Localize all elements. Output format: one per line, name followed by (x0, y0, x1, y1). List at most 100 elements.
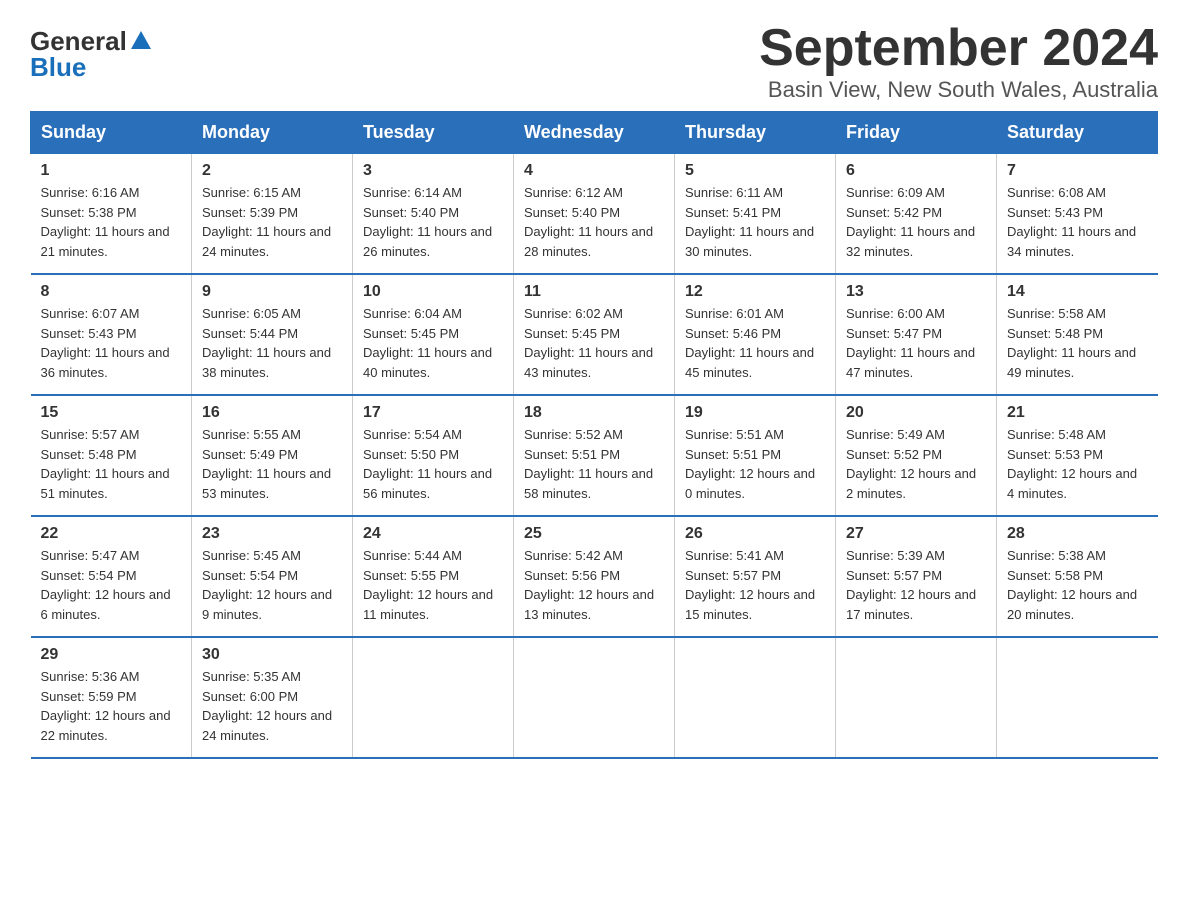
day-number: 7 (1007, 162, 1148, 180)
table-row: 3 Sunrise: 6:14 AMSunset: 5:40 PMDayligh… (353, 154, 514, 275)
day-info: Sunrise: 5:52 AMSunset: 5:51 PMDaylight:… (524, 427, 653, 501)
table-row: 28 Sunrise: 5:38 AMSunset: 5:58 PMDaylig… (997, 516, 1158, 637)
col-monday: Monday (192, 112, 353, 154)
day-info: Sunrise: 5:39 AMSunset: 5:57 PMDaylight:… (846, 548, 976, 622)
table-row: 6 Sunrise: 6:09 AMSunset: 5:42 PMDayligh… (836, 154, 997, 275)
table-row: 7 Sunrise: 6:08 AMSunset: 5:43 PMDayligh… (997, 154, 1158, 275)
day-number: 21 (1007, 404, 1148, 422)
table-row: 17 Sunrise: 5:54 AMSunset: 5:50 PMDaylig… (353, 395, 514, 516)
day-number: 19 (685, 404, 825, 422)
table-row: 9 Sunrise: 6:05 AMSunset: 5:44 PMDayligh… (192, 274, 353, 395)
calendar-week-row: 22 Sunrise: 5:47 AMSunset: 5:54 PMDaylig… (31, 516, 1158, 637)
day-info: Sunrise: 5:49 AMSunset: 5:52 PMDaylight:… (846, 427, 976, 501)
table-row: 1 Sunrise: 6:16 AMSunset: 5:38 PMDayligh… (31, 154, 192, 275)
table-row: 15 Sunrise: 5:57 AMSunset: 5:48 PMDaylig… (31, 395, 192, 516)
page-header: General Blue September 2024 Basin View, … (30, 20, 1158, 103)
day-info: Sunrise: 5:41 AMSunset: 5:57 PMDaylight:… (685, 548, 815, 622)
day-number: 30 (202, 646, 342, 664)
day-number: 23 (202, 525, 342, 543)
day-number: 4 (524, 162, 664, 180)
col-saturday: Saturday (997, 112, 1158, 154)
col-sunday: Sunday (31, 112, 192, 154)
day-info: Sunrise: 5:44 AMSunset: 5:55 PMDaylight:… (363, 548, 493, 622)
col-wednesday: Wednesday (514, 112, 675, 154)
table-row: 11 Sunrise: 6:02 AMSunset: 5:45 PMDaylig… (514, 274, 675, 395)
table-row: 8 Sunrise: 6:07 AMSunset: 5:43 PMDayligh… (31, 274, 192, 395)
day-info: Sunrise: 5:47 AMSunset: 5:54 PMDaylight:… (41, 548, 171, 622)
table-row: 24 Sunrise: 5:44 AMSunset: 5:55 PMDaylig… (353, 516, 514, 637)
col-thursday: Thursday (675, 112, 836, 154)
table-row: 23 Sunrise: 5:45 AMSunset: 5:54 PMDaylig… (192, 516, 353, 637)
day-info: Sunrise: 6:11 AMSunset: 5:41 PMDaylight:… (685, 185, 814, 259)
logo-general-text: General (30, 28, 127, 54)
day-info: Sunrise: 5:36 AMSunset: 5:59 PMDaylight:… (41, 669, 171, 743)
day-number: 6 (846, 162, 986, 180)
day-number: 8 (41, 283, 182, 301)
day-number: 9 (202, 283, 342, 301)
day-number: 10 (363, 283, 503, 301)
day-number: 16 (202, 404, 342, 422)
day-number: 3 (363, 162, 503, 180)
day-info: Sunrise: 5:38 AMSunset: 5:58 PMDaylight:… (1007, 548, 1137, 622)
logo: General Blue (30, 20, 152, 80)
day-info: Sunrise: 6:09 AMSunset: 5:42 PMDaylight:… (846, 185, 975, 259)
day-number: 26 (685, 525, 825, 543)
day-number: 11 (524, 283, 664, 301)
day-info: Sunrise: 6:00 AMSunset: 5:47 PMDaylight:… (846, 306, 975, 380)
table-row (997, 637, 1158, 758)
table-row: 27 Sunrise: 5:39 AMSunset: 5:57 PMDaylig… (836, 516, 997, 637)
day-number: 2 (202, 162, 342, 180)
title-block: September 2024 Basin View, New South Wal… (759, 20, 1158, 103)
day-number: 28 (1007, 525, 1148, 543)
day-number: 12 (685, 283, 825, 301)
day-number: 5 (685, 162, 825, 180)
table-row: 4 Sunrise: 6:12 AMSunset: 5:40 PMDayligh… (514, 154, 675, 275)
page-title: September 2024 (759, 20, 1158, 77)
table-row (353, 637, 514, 758)
table-row: 5 Sunrise: 6:11 AMSunset: 5:41 PMDayligh… (675, 154, 836, 275)
table-row: 2 Sunrise: 6:15 AMSunset: 5:39 PMDayligh… (192, 154, 353, 275)
day-info: Sunrise: 6:12 AMSunset: 5:40 PMDaylight:… (524, 185, 653, 259)
day-info: Sunrise: 5:58 AMSunset: 5:48 PMDaylight:… (1007, 306, 1136, 380)
col-friday: Friday (836, 112, 997, 154)
day-number: 18 (524, 404, 664, 422)
calendar-week-row: 29 Sunrise: 5:36 AMSunset: 5:59 PMDaylig… (31, 637, 1158, 758)
col-tuesday: Tuesday (353, 112, 514, 154)
calendar-table: Sunday Monday Tuesday Wednesday Thursday… (30, 111, 1158, 759)
day-info: Sunrise: 6:02 AMSunset: 5:45 PMDaylight:… (524, 306, 653, 380)
table-row: 20 Sunrise: 5:49 AMSunset: 5:52 PMDaylig… (836, 395, 997, 516)
table-row (675, 637, 836, 758)
day-info: Sunrise: 6:08 AMSunset: 5:43 PMDaylight:… (1007, 185, 1136, 259)
day-info: Sunrise: 5:54 AMSunset: 5:50 PMDaylight:… (363, 427, 492, 501)
day-number: 17 (363, 404, 503, 422)
table-row: 25 Sunrise: 5:42 AMSunset: 5:56 PMDaylig… (514, 516, 675, 637)
day-info: Sunrise: 6:16 AMSunset: 5:38 PMDaylight:… (41, 185, 170, 259)
day-number: 13 (846, 283, 986, 301)
day-info: Sunrise: 5:42 AMSunset: 5:56 PMDaylight:… (524, 548, 654, 622)
day-info: Sunrise: 6:04 AMSunset: 5:45 PMDaylight:… (363, 306, 492, 380)
day-info: Sunrise: 5:55 AMSunset: 5:49 PMDaylight:… (202, 427, 331, 501)
calendar-week-row: 8 Sunrise: 6:07 AMSunset: 5:43 PMDayligh… (31, 274, 1158, 395)
day-info: Sunrise: 5:45 AMSunset: 5:54 PMDaylight:… (202, 548, 332, 622)
table-row: 26 Sunrise: 5:41 AMSunset: 5:57 PMDaylig… (675, 516, 836, 637)
logo-blue-text: Blue (30, 54, 152, 80)
table-row (514, 637, 675, 758)
day-info: Sunrise: 5:48 AMSunset: 5:53 PMDaylight:… (1007, 427, 1137, 501)
day-number: 14 (1007, 283, 1148, 301)
table-row: 19 Sunrise: 5:51 AMSunset: 5:51 PMDaylig… (675, 395, 836, 516)
table-row: 16 Sunrise: 5:55 AMSunset: 5:49 PMDaylig… (192, 395, 353, 516)
calendar-header-row: Sunday Monday Tuesday Wednesday Thursday… (31, 112, 1158, 154)
day-number: 22 (41, 525, 182, 543)
table-row: 18 Sunrise: 5:52 AMSunset: 5:51 PMDaylig… (514, 395, 675, 516)
calendar-week-row: 1 Sunrise: 6:16 AMSunset: 5:38 PMDayligh… (31, 154, 1158, 275)
day-info: Sunrise: 6:01 AMSunset: 5:46 PMDaylight:… (685, 306, 814, 380)
table-row: 22 Sunrise: 5:47 AMSunset: 5:54 PMDaylig… (31, 516, 192, 637)
day-number: 1 (41, 162, 182, 180)
day-number: 24 (363, 525, 503, 543)
day-number: 20 (846, 404, 986, 422)
day-info: Sunrise: 5:35 AMSunset: 6:00 PMDaylight:… (202, 669, 332, 743)
table-row: 12 Sunrise: 6:01 AMSunset: 5:46 PMDaylig… (675, 274, 836, 395)
day-info: Sunrise: 6:14 AMSunset: 5:40 PMDaylight:… (363, 185, 492, 259)
day-info: Sunrise: 5:57 AMSunset: 5:48 PMDaylight:… (41, 427, 170, 501)
table-row: 10 Sunrise: 6:04 AMSunset: 5:45 PMDaylig… (353, 274, 514, 395)
